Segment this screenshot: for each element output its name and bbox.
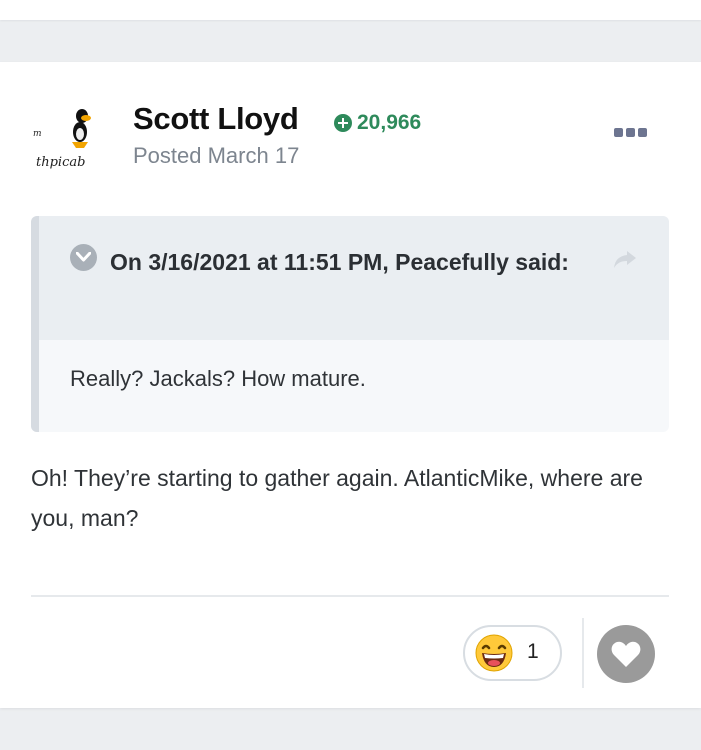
dot-icon — [638, 127, 647, 137]
quote-block: On 3/16/2021 at 11:51 PM, Peacefully sai… — [31, 216, 669, 432]
more-options-button[interactable] — [614, 124, 650, 140]
post-date[interactable]: Posted March 17 — [133, 143, 299, 169]
reputation-count: 20,966 — [357, 111, 422, 134]
react-button[interactable] — [597, 625, 655, 683]
reaction-summary-button[interactable]: 1 — [463, 625, 562, 681]
dot-icon — [626, 127, 635, 137]
quote-body: Really? Jackals? How mature. — [70, 366, 366, 391]
post-content: Oh! They’re starting to gather again. At… — [31, 465, 643, 531]
heart-icon — [611, 641, 641, 667]
avatar[interactable]: m thpicab — [30, 104, 112, 174]
quote-accent-bar — [31, 216, 39, 432]
reaction-count: 1 — [527, 640, 539, 663]
reaction-separator — [582, 618, 584, 688]
quote-citation: On 3/16/2021 at 11:51 PM, Peacefully sai… — [110, 249, 569, 275]
share-arrow-icon — [614, 251, 636, 268]
plus-circle-icon — [334, 114, 352, 132]
svg-text:m: m — [33, 129, 42, 139]
previous-post-card — [0, 0, 701, 20]
svg-text:thpicab: thpicab — [36, 155, 85, 170]
author-name[interactable]: Scott Lloyd — [133, 101, 299, 137]
page-background — [0, 728, 701, 750]
quote-share-button[interactable] — [612, 249, 638, 274]
reputation-badge: 20,966 — [334, 111, 421, 135]
duck-avatar-icon: m thpicab — [33, 109, 91, 170]
dot-icon — [614, 127, 623, 137]
laughing-face-icon — [475, 634, 513, 672]
divider — [31, 595, 669, 597]
